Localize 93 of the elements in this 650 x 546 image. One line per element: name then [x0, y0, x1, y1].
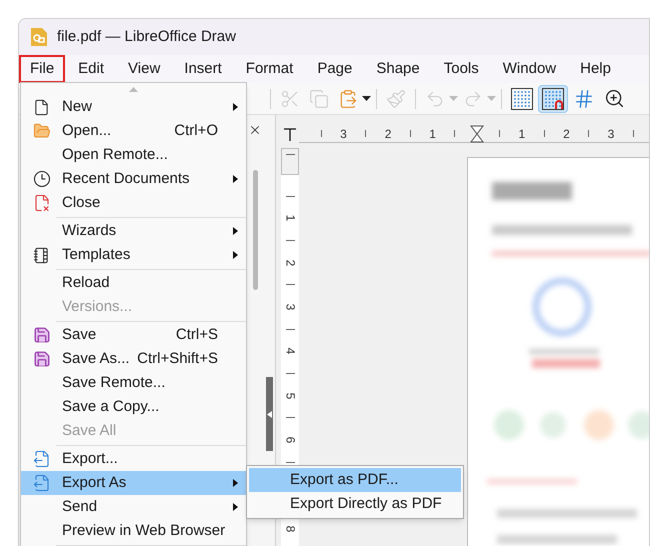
menu-item[interactable]: Save As... Ctrl+Shift+S — [21, 347, 246, 371]
submenu-item[interactable]: Export as PDF... — [249, 468, 461, 492]
menu-bar-item[interactable]: Tools — [432, 55, 490, 83]
submenu-arrow-icon — [233, 479, 238, 487]
ruler-tick — [632, 130, 634, 137]
menu-item[interactable]: Export... — [21, 447, 246, 471]
window-title: file.pdf — LibreOffice Draw — [57, 26, 236, 47]
shortcut-label: Ctrl+O — [174, 120, 218, 141]
menu-bar-item[interactable]: Window — [492, 55, 568, 83]
ruler-tick — [544, 130, 545, 137]
clock-icon — [32, 170, 50, 188]
ruler-tick — [286, 196, 294, 197]
horizontal-ruler[interactable]: 3 2 1 1 2 3 — [299, 125, 649, 143]
dot-grid-icon — [511, 88, 533, 110]
menu-item[interactable]: New — [21, 95, 246, 119]
menu-bar-item[interactable]: Insert — [173, 55, 233, 83]
submenu-arrow-icon — [233, 103, 238, 111]
ruler-tick — [286, 417, 294, 418]
ruler-label: 4 — [284, 348, 296, 355]
ruler-tick — [588, 130, 590, 137]
ruler-tick — [320, 130, 322, 137]
sidebar-handle[interactable] — [266, 377, 274, 451]
document-export-icon — [32, 474, 50, 492]
menu-item[interactable]: Close — [21, 191, 246, 215]
ruler-label: 1 — [284, 214, 296, 222]
menu-bar-item[interactable]: Shape — [365, 55, 431, 83]
caret-icon — [487, 96, 496, 102]
menu-item[interactable]: Open... Ctrl+O — [21, 119, 246, 143]
ruler-label: 8 — [284, 526, 296, 532]
menu-item[interactable]: Send — [21, 495, 246, 519]
menu-bar-item[interactable]: Edit — [67, 55, 116, 83]
document-close-icon — [32, 194, 50, 212]
ruler-label: 5 — [284, 392, 296, 400]
clipboard-icon — [338, 88, 358, 108]
menu-item[interactable]: Templates — [21, 243, 246, 267]
menu-item[interactable]: Preview in Web Browser — [21, 519, 246, 543]
ruler-label: 3 — [284, 304, 296, 310]
ruler-tick — [365, 130, 366, 137]
ruler-tick — [286, 462, 294, 463]
menu-item[interactable]: Export As — [21, 471, 246, 495]
scissors-icon — [280, 88, 300, 108]
shortcut-label: Ctrl+S — [176, 324, 218, 345]
ruler-tick — [286, 240, 294, 241]
dropdown-button[interactable] — [362, 96, 371, 102]
scroll-up-icon[interactable] — [129, 86, 138, 92]
indent-marker-icon[interactable] — [470, 124, 484, 142]
ruler-tick — [410, 130, 411, 137]
document-icon — [33, 98, 50, 116]
ruler-tick — [454, 130, 456, 137]
paintbrush-icon — [386, 88, 406, 108]
snap-grid-button[interactable] — [538, 84, 568, 112]
shortcut-label: Ctrl+Shift+S — [137, 348, 218, 369]
ruler-label: 2 — [284, 259, 296, 266]
menu-item[interactable]: Wizards — [21, 219, 246, 243]
submenu-arrow-icon — [233, 227, 238, 235]
notebook-icon — [33, 246, 50, 264]
menu-bar-item[interactable]: View — [117, 55, 172, 83]
menu-item[interactable]: Save Ctrl+S — [21, 323, 246, 347]
menu-bar-item[interactable]: Help — [569, 55, 622, 83]
ruler-label: 3 — [608, 126, 614, 142]
submenu-arrow-icon — [233, 251, 238, 259]
ruler-tick — [286, 284, 294, 286]
app-icon — [29, 26, 49, 48]
menu-bar-item[interactable]: Page — [306, 55, 364, 83]
menu-item[interactable]: Recent Documents — [21, 167, 246, 191]
menu-item[interactable]: Reload — [21, 271, 246, 295]
ruler-tick — [286, 373, 294, 374]
caret-icon — [362, 96, 371, 102]
zoom-icon — [604, 88, 625, 109]
ruler-label: 6 — [284, 436, 296, 444]
ruler-tick — [286, 328, 294, 330]
menu-bar-item[interactable]: Format — [234, 55, 304, 83]
grid-lines-icon — [573, 88, 595, 110]
caret-icon — [449, 96, 458, 102]
copy-icon — [309, 88, 329, 108]
ruler-label: 1 — [429, 126, 436, 142]
ruler-label: 2 — [384, 126, 392, 142]
ruler-label: 1 — [518, 126, 526, 142]
triangle-left-icon — [267, 410, 272, 418]
folder-icon — [32, 122, 50, 140]
scrollbar-thumb[interactable] — [253, 170, 258, 290]
menu-item[interactable]: Open Remote... — [21, 143, 246, 167]
ruler-tick — [286, 154, 294, 155]
document-export-icon — [32, 450, 50, 468]
ruler-label: 3 — [340, 126, 347, 142]
submenu-arrow-icon — [233, 175, 238, 183]
menu-item[interactable]: Save Remote... — [21, 371, 246, 395]
submenu-arrow-icon — [233, 503, 238, 511]
ruler-label: 2 — [563, 126, 570, 142]
crosshair-icon[interactable] — [283, 127, 297, 141]
menu-item[interactable]: Save a Copy... — [21, 395, 246, 419]
ruler-tick — [499, 130, 500, 137]
snap-grid-icon — [542, 88, 564, 110]
